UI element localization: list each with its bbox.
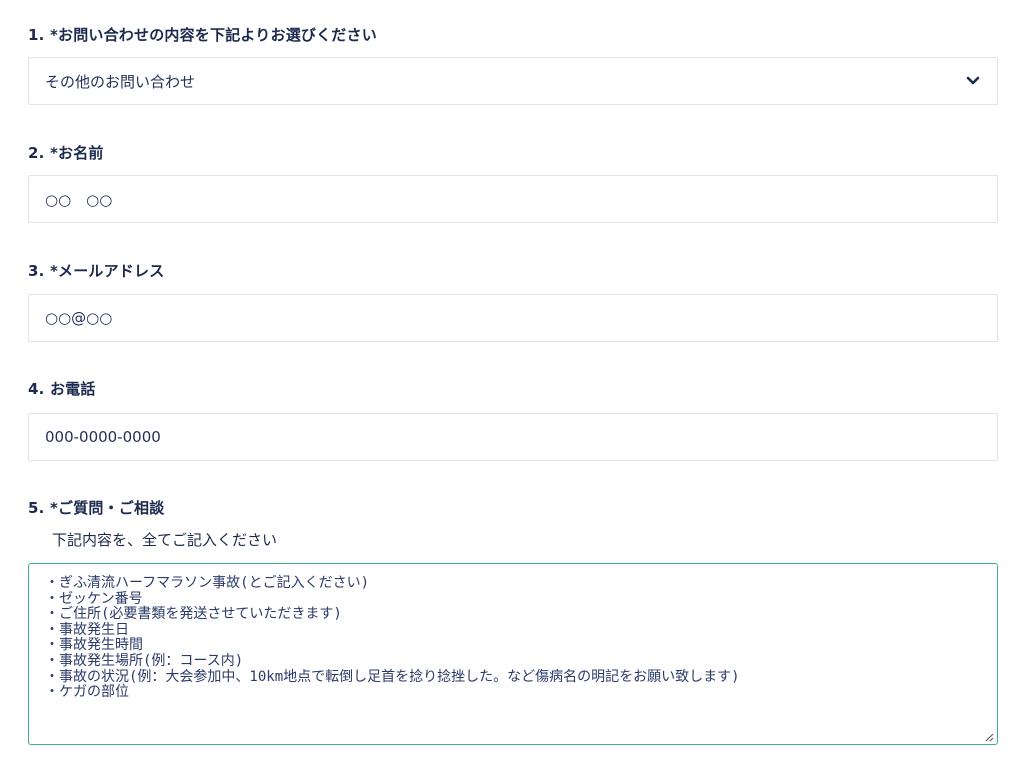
inquiry-type-select[interactable]: その他のお問い合わせ — [28, 57, 998, 105]
textarea-line: ・事故発生日 — [45, 621, 129, 638]
textarea-line: ・ご住所(必要書類を発送させていただきます) — [45, 606, 342, 623]
inquiry-textarea[interactable]: ・ぎふ清流ハーフマラソン事故(とご記入ください) ・ゼッケン番号 ・ご住所(必要… — [28, 563, 998, 745]
phone-input-value: 000-0000-0000 — [45, 428, 161, 446]
phone-input[interactable]: 000-0000-0000 — [28, 413, 998, 461]
textarea-line: ・ケガの部位 — [45, 684, 129, 701]
textarea-line: ・ゼッケン番号 — [45, 590, 143, 607]
textarea-line: ・事故発生場所(例：コース内) — [45, 652, 244, 669]
name-label: 2. *お名前 — [28, 144, 104, 162]
phone-label: 4. お電話 — [28, 380, 96, 398]
inquiry-type-label: 1. *お問い合わせの内容を下記よりお選びください — [28, 26, 377, 44]
chevron-down-icon — [965, 73, 981, 89]
inquiry-hint: 下記内容を、全てご記入ください — [52, 531, 278, 549]
name-input[interactable]: ○○ ○○ — [28, 175, 998, 223]
email-input[interactable]: ○○@○○ — [28, 294, 998, 342]
email-input-value: ○○@○○ — [45, 309, 113, 327]
name-input-value: ○○ ○○ — [45, 190, 113, 209]
textarea-line: ・ぎふ清流ハーフマラソン事故(とご記入ください) — [45, 575, 370, 591]
inquiry-label: 5. *ご質問・ご相談 — [28, 499, 165, 517]
inquiry-type-selected-value: その他のお問い合わせ — [45, 72, 196, 91]
email-label: 3. *メールアドレス — [28, 262, 165, 280]
textarea-line: ・事故発生時間 — [45, 637, 143, 654]
textarea-line: ・事故の状況(例：大会参加中、10km地点で転倒し足首を捻り捻挫した。など傷病名… — [45, 668, 740, 685]
resize-handle-icon[interactable] — [984, 731, 994, 742]
